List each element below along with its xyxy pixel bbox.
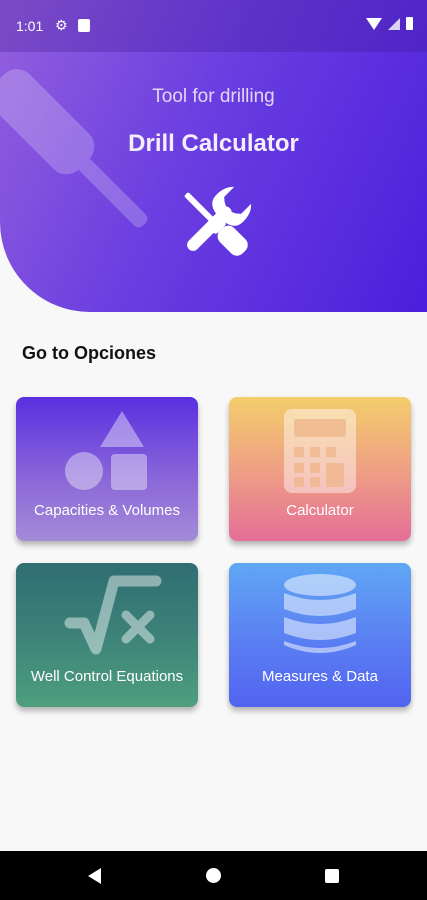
sd-card-icon	[78, 19, 90, 32]
status-bar: 1:01 ⚙	[0, 0, 427, 52]
settings-notification-icon: ⚙	[55, 17, 68, 33]
status-time: 1:01	[16, 18, 44, 34]
wifi-icon	[366, 17, 382, 30]
calculator-card[interactable]: Calculator	[229, 397, 411, 541]
measures-data-card[interactable]: Measures & Data	[229, 563, 411, 707]
home-icon[interactable]	[206, 868, 221, 883]
card-label: Well Control Equations	[30, 668, 184, 685]
recent-apps-icon[interactable]	[325, 869, 339, 883]
well-control-equations-card[interactable]: Well Control Equations	[16, 563, 198, 707]
navigation-bar	[0, 851, 427, 900]
back-icon[interactable]	[88, 868, 101, 884]
app-header: 1:01 ⚙ Tool for drilling Drill Calculato…	[0, 0, 427, 312]
tools-icon	[184, 186, 252, 256]
battery-icon	[406, 17, 413, 30]
capacities-volumes-card[interactable]: Capacities & Volumes	[16, 397, 198, 541]
calculator-icon	[284, 409, 356, 493]
card-label: Calculator	[286, 502, 354, 519]
app-subtitle: Tool for drilling	[152, 86, 275, 107]
status-icons	[366, 17, 413, 30]
database-icon	[284, 574, 356, 653]
shapes-icon	[65, 411, 147, 490]
signal-icon	[388, 17, 400, 30]
card-label: Capacities & Volumes	[34, 502, 180, 519]
app-title: Drill Calculator	[128, 130, 299, 157]
square-root-icon	[64, 575, 162, 655]
section-title: Go to Opciones	[22, 343, 157, 363]
card-label: Measures & Data	[262, 668, 378, 685]
